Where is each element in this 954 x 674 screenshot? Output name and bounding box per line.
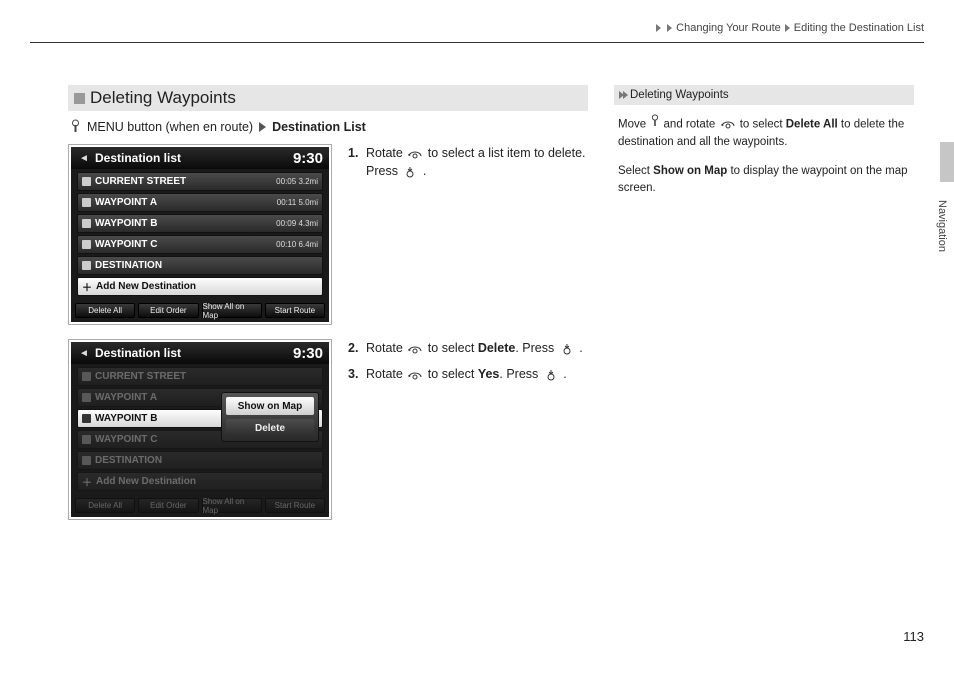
device-button: Delete All (75, 498, 135, 513)
pin-icon (82, 198, 91, 207)
press-dial-icon (559, 343, 575, 355)
device-title: Destination list (95, 346, 181, 360)
step-2: 2. Rotate to select Delete. Press . (348, 339, 588, 357)
list-item: WAYPOINT B 00:09 4.3mi (77, 214, 323, 233)
section-label: Navigation (936, 200, 948, 252)
arrow-right-icon (259, 122, 266, 132)
back-icon: ◄ (77, 346, 91, 360)
device-title: Destination list (95, 151, 181, 165)
list-item: CURRENT STREET 00:05 3.2mi (77, 172, 323, 191)
arrow-right-icon (667, 24, 672, 32)
pin-icon (82, 261, 91, 270)
menu-path: MENU button (when en route) Destination … (70, 119, 588, 134)
rotate-dial-icon (407, 369, 423, 381)
press-dial-icon (402, 166, 418, 178)
list-item-add: ＋Add New Destination (77, 277, 323, 296)
thumb-tab (940, 142, 954, 182)
list-item: CURRENT STREET (77, 367, 323, 386)
list-item: WAYPOINT A 00:11 5.0mi (77, 193, 323, 212)
back-icon: ◄ (77, 151, 91, 165)
pin-icon (82, 240, 91, 249)
square-bullet-icon (74, 93, 85, 104)
page-number: 113 (903, 629, 924, 644)
popup-show-on-map: Show on Map (226, 397, 314, 415)
list-item: WAYPOINT C 00:10 6.4mi (77, 235, 323, 254)
popup-delete: Delete (226, 419, 314, 437)
rotate-dial-icon (407, 148, 423, 160)
interface-dial-icon (70, 119, 81, 134)
device-clock: 9:30 (293, 150, 323, 167)
side-title: Deleting Waypoints (630, 89, 729, 101)
divider (30, 42, 924, 43)
pin-icon (82, 219, 91, 228)
side-paragraph-1: Move and rotate to select Delete All to … (618, 113, 910, 151)
list-item: ＋ Add New Destination (77, 472, 323, 491)
device-button: Edit Order (138, 498, 198, 513)
breadcrumb: Changing Your Route Editing the Destinat… (654, 22, 924, 34)
device-clock: 9:30 (293, 345, 323, 362)
device-button: Delete All (75, 303, 135, 318)
rotate-dial-icon (720, 118, 736, 130)
section-title: Deleting Waypoints (90, 88, 236, 108)
section-header: Deleting Waypoints (68, 85, 588, 111)
menu-path-text: MENU button (when en route) (87, 120, 253, 134)
list-item: DESTINATION (77, 451, 323, 470)
double-arrow-icon (619, 91, 627, 99)
device-button: Show All on Map (202, 303, 262, 318)
list-item: DESTINATION (77, 256, 323, 275)
side-header: Deleting Waypoints (614, 85, 914, 105)
device-screenshot-2: ◄ Destination list 9:30 CURRENT STREET W… (68, 339, 332, 520)
pin-icon (82, 177, 91, 186)
device-button: Edit Order (138, 303, 198, 318)
breadcrumb-item: Changing Your Route (676, 22, 781, 34)
step-3: 3. Rotate to select Yes. Press . (348, 365, 588, 383)
arrow-right-icon (785, 24, 790, 32)
device-button: Start Route (265, 303, 325, 318)
breadcrumb-item: Editing the Destination List (794, 22, 924, 34)
press-dial-icon (543, 369, 559, 381)
step-1: 1. Rotate to select a list item to delet… (348, 144, 588, 180)
context-popup: Show on Map Delete (221, 392, 319, 442)
side-paragraph-2: Select Show on Map to display the waypoi… (618, 163, 910, 198)
device-button: Show All on Map (202, 498, 262, 513)
device-button: Start Route (265, 498, 325, 513)
interface-dial-icon (649, 113, 660, 128)
arrow-right-icon (656, 24, 661, 32)
rotate-dial-icon (407, 343, 423, 355)
menu-path-target: Destination List (272, 120, 366, 134)
device-screenshot-1: ◄ Destination list 9:30 CURRENT STREET 0… (68, 144, 332, 325)
